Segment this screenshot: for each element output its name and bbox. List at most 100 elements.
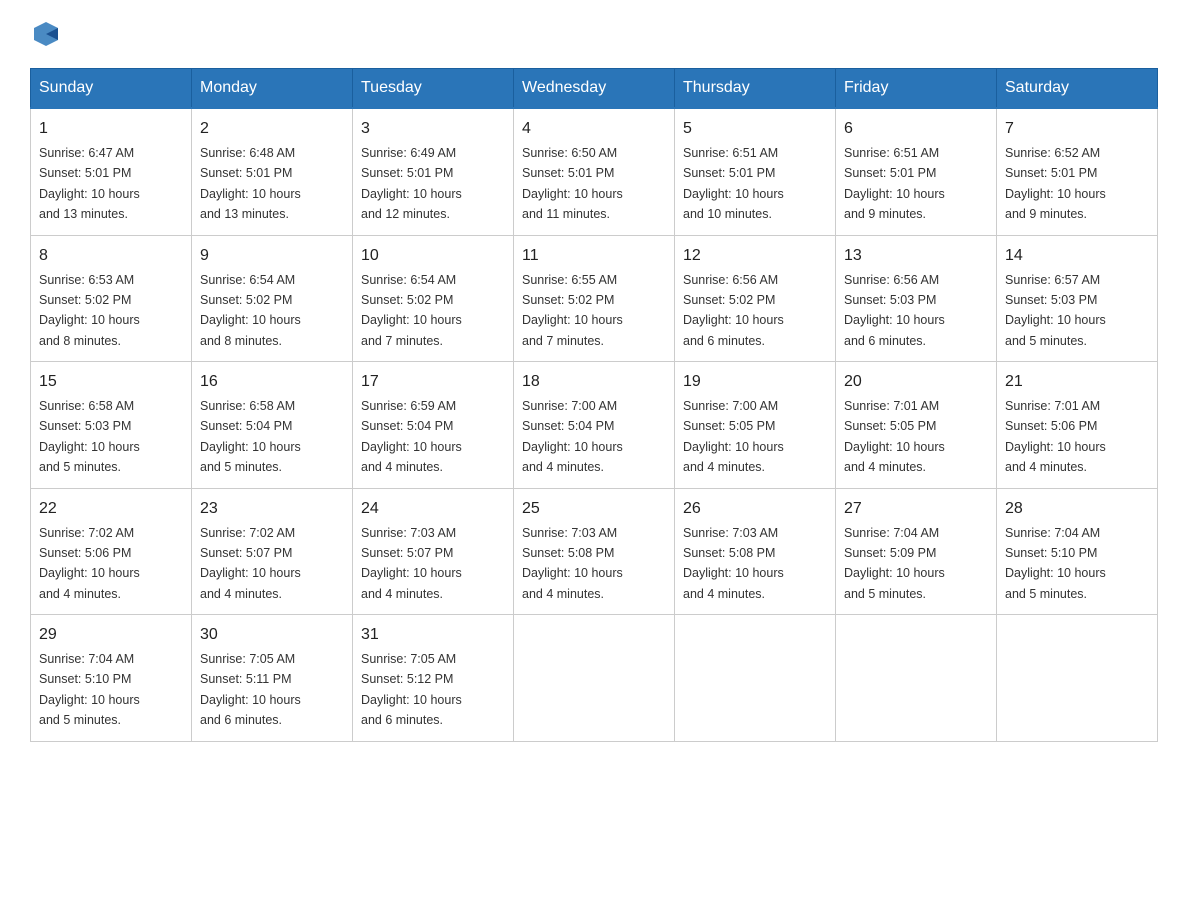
calendar-cell: 31Sunrise: 7:05 AMSunset: 5:12 PMDayligh… [353, 615, 514, 742]
page-header [30, 20, 1158, 48]
day-info: Sunrise: 7:04 AMSunset: 5:10 PMDaylight:… [1005, 526, 1106, 601]
calendar-cell: 16 Sunrise: 6:58 AMSunset: 5:04 PMDayligh… [192, 362, 353, 489]
day-info: Sunrise: 6:52 AMSunset: 5:01 PMDaylight:… [1005, 146, 1106, 221]
day-number: 4 [522, 117, 666, 141]
day-info: Sunrise: 6:58 AMSunset: 5:04 PMDaylight:… [200, 399, 301, 474]
day-number: 14 [1005, 244, 1149, 268]
day-info: Sunrise: 7:03 AMSunset: 5:07 PMDaylight:… [361, 526, 462, 601]
calendar-cell: 22 Sunrise: 7:02 AMSunset: 5:06 PMDayligh… [31, 488, 192, 615]
day-number: 7 [1005, 117, 1149, 141]
weekday-header-tuesday: Tuesday [353, 69, 514, 109]
day-number: 8 [39, 244, 183, 268]
day-number: 5 [683, 117, 827, 141]
day-info: Sunrise: 7:02 AMSunset: 5:06 PMDaylight:… [39, 526, 140, 601]
calendar-body: 1Sunrise: 6:47 AMSunset: 5:01 PMDaylight… [31, 108, 1158, 741]
calendar-cell: 18 Sunrise: 7:00 AMSunset: 5:04 PMDayligh… [514, 362, 675, 489]
logo-icon [32, 20, 60, 48]
day-info: Sunrise: 7:01 AMSunset: 5:06 PMDaylight:… [1005, 399, 1106, 474]
day-info: Sunrise: 7:01 AMSunset: 5:05 PMDaylight:… [844, 399, 945, 474]
calendar-cell: 24 Sunrise: 7:03 AMSunset: 5:07 PMDayligh… [353, 488, 514, 615]
calendar-cell: 19Sunrise: 7:00 AMSunset: 5:05 PMDayligh… [675, 362, 836, 489]
day-info: Sunrise: 6:53 AMSunset: 5:02 PMDaylight:… [39, 273, 140, 348]
calendar-cell: 30 Sunrise: 7:05 AMSunset: 5:11 PMDayligh… [192, 615, 353, 742]
day-info: Sunrise: 6:54 AMSunset: 5:02 PMDaylight:… [361, 273, 462, 348]
day-info: Sunrise: 7:04 AMSunset: 5:09 PMDaylight:… [844, 526, 945, 601]
day-number: 20 [844, 370, 988, 394]
calendar-cell [836, 615, 997, 742]
day-number: 3 [361, 117, 505, 141]
day-number: 21 [1005, 370, 1149, 394]
day-info: Sunrise: 6:50 AMSunset: 5:01 PMDaylight:… [522, 146, 623, 221]
day-number: 2 [200, 117, 344, 141]
calendar-cell: 27 Sunrise: 7:04 AMSunset: 5:09 PMDayligh… [836, 488, 997, 615]
day-number: 27 [844, 497, 988, 521]
calendar-cell: 1Sunrise: 6:47 AMSunset: 5:01 PMDaylight… [31, 108, 192, 235]
day-number: 24 [361, 497, 505, 521]
day-number: 11 [522, 244, 666, 268]
calendar-cell: 2 Sunrise: 6:48 AMSunset: 5:01 PMDaylight… [192, 108, 353, 235]
day-number: 18 [522, 370, 666, 394]
day-info: Sunrise: 6:55 AMSunset: 5:02 PMDaylight:… [522, 273, 623, 348]
calendar-cell: 15 Sunrise: 6:58 AMSunset: 5:03 PMDayligh… [31, 362, 192, 489]
day-info: Sunrise: 7:00 AMSunset: 5:04 PMDaylight:… [522, 399, 623, 474]
calendar-table: SundayMondayTuesdayWednesdayThursdayFrid… [30, 68, 1158, 742]
calendar-cell [997, 615, 1158, 742]
calendar-cell: 8 Sunrise: 6:53 AMSunset: 5:02 PMDaylight… [31, 235, 192, 362]
day-number: 13 [844, 244, 988, 268]
calendar-cell: 3Sunrise: 6:49 AMSunset: 5:01 PMDaylight… [353, 108, 514, 235]
day-info: Sunrise: 6:51 AMSunset: 5:01 PMDaylight:… [683, 146, 784, 221]
calendar-cell: 20 Sunrise: 7:01 AMSunset: 5:05 PMDayligh… [836, 362, 997, 489]
weekday-header-wednesday: Wednesday [514, 69, 675, 109]
day-number: 28 [1005, 497, 1149, 521]
day-info: Sunrise: 7:05 AMSunset: 5:11 PMDaylight:… [200, 652, 301, 727]
calendar-cell: 26Sunrise: 7:03 AMSunset: 5:08 PMDayligh… [675, 488, 836, 615]
calendar-cell: 11 Sunrise: 6:55 AMSunset: 5:02 PMDayligh… [514, 235, 675, 362]
calendar-week-5: 29 Sunrise: 7:04 AMSunset: 5:10 PMDayligh… [31, 615, 1158, 742]
day-info: Sunrise: 6:47 AMSunset: 5:01 PMDaylight:… [39, 146, 140, 221]
calendar-cell: 29 Sunrise: 7:04 AMSunset: 5:10 PMDayligh… [31, 615, 192, 742]
weekday-header-saturday: Saturday [997, 69, 1158, 109]
calendar-cell: 17Sunrise: 6:59 AMSunset: 5:04 PMDayligh… [353, 362, 514, 489]
day-info: Sunrise: 6:57 AMSunset: 5:03 PMDaylight:… [1005, 273, 1106, 348]
day-number: 9 [200, 244, 344, 268]
day-info: Sunrise: 7:05 AMSunset: 5:12 PMDaylight:… [361, 652, 462, 727]
calendar-cell: 7 Sunrise: 6:52 AMSunset: 5:01 PMDaylight… [997, 108, 1158, 235]
calendar-cell: 5 Sunrise: 6:51 AMSunset: 5:01 PMDaylight… [675, 108, 836, 235]
day-info: Sunrise: 6:58 AMSunset: 5:03 PMDaylight:… [39, 399, 140, 474]
day-number: 19 [683, 370, 827, 394]
day-info: Sunrise: 6:54 AMSunset: 5:02 PMDaylight:… [200, 273, 301, 348]
day-number: 12 [683, 244, 827, 268]
day-info: Sunrise: 6:56 AMSunset: 5:02 PMDaylight:… [683, 273, 784, 348]
weekday-header-thursday: Thursday [675, 69, 836, 109]
calendar-cell [514, 615, 675, 742]
calendar-cell [675, 615, 836, 742]
calendar-cell: 10 Sunrise: 6:54 AMSunset: 5:02 PMDayligh… [353, 235, 514, 362]
day-number: 23 [200, 497, 344, 521]
day-info: Sunrise: 7:03 AMSunset: 5:08 PMDaylight:… [522, 526, 623, 601]
day-number: 10 [361, 244, 505, 268]
day-number: 15 [39, 370, 183, 394]
calendar-cell: 9 Sunrise: 6:54 AMSunset: 5:02 PMDaylight… [192, 235, 353, 362]
calendar-cell: 23Sunrise: 7:02 AMSunset: 5:07 PMDayligh… [192, 488, 353, 615]
calendar-week-4: 22 Sunrise: 7:02 AMSunset: 5:06 PMDayligh… [31, 488, 1158, 615]
calendar-cell: 25 Sunrise: 7:03 AMSunset: 5:08 PMDayligh… [514, 488, 675, 615]
day-number: 16 [200, 370, 344, 394]
calendar-cell: 21 Sunrise: 7:01 AMSunset: 5:06 PMDayligh… [997, 362, 1158, 489]
weekday-header-sunday: Sunday [31, 69, 192, 109]
calendar-cell: 14 Sunrise: 6:57 AMSunset: 5:03 PMDayligh… [997, 235, 1158, 362]
calendar-cell: 12 Sunrise: 6:56 AMSunset: 5:02 PMDayligh… [675, 235, 836, 362]
day-info: Sunrise: 6:48 AMSunset: 5:01 PMDaylight:… [200, 146, 301, 221]
calendar-header: SundayMondayTuesdayWednesdayThursdayFrid… [31, 69, 1158, 109]
day-info: Sunrise: 6:56 AMSunset: 5:03 PMDaylight:… [844, 273, 945, 348]
day-number: 17 [361, 370, 505, 394]
logo [30, 20, 60, 48]
day-info: Sunrise: 7:04 AMSunset: 5:10 PMDaylight:… [39, 652, 140, 727]
day-number: 22 [39, 497, 183, 521]
weekday-header-monday: Monday [192, 69, 353, 109]
calendar-week-2: 8 Sunrise: 6:53 AMSunset: 5:02 PMDaylight… [31, 235, 1158, 362]
day-number: 29 [39, 623, 183, 647]
day-info: Sunrise: 6:51 AMSunset: 5:01 PMDaylight:… [844, 146, 945, 221]
calendar-cell: 13 Sunrise: 6:56 AMSunset: 5:03 PMDayligh… [836, 235, 997, 362]
day-number: 25 [522, 497, 666, 521]
day-number: 30 [200, 623, 344, 647]
